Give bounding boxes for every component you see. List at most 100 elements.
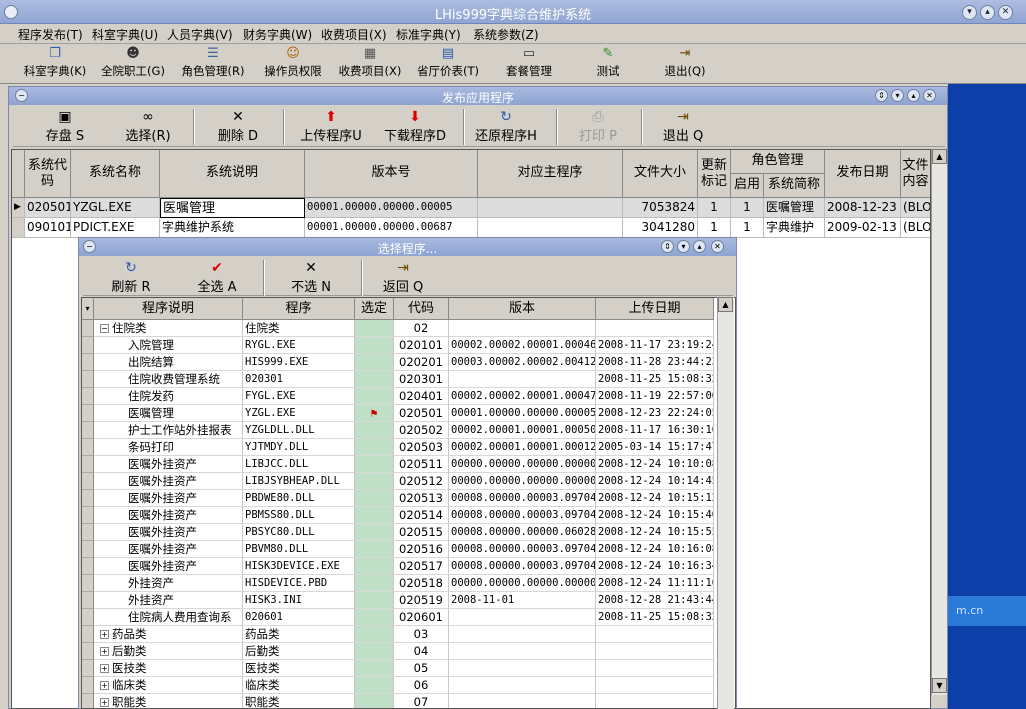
table-cell[interactable] <box>596 677 714 694</box>
table-cell[interactable]: 字典维护系统 <box>160 218 305 238</box>
menu-program-release[interactable]: 程序发布(T) <box>18 26 83 43</box>
select-checkbox[interactable] <box>355 354 394 371</box>
table-cell[interactable]: 00008.00000.00003.09704 <box>449 490 596 507</box>
table-cell[interactable]: 2008-12-28 21:43:44 <box>596 592 714 609</box>
tree-leaf-node[interactable]: 医嘱外挂资产 <box>94 490 243 507</box>
col-file-size[interactable]: 文件大小 <box>623 150 698 198</box>
exit-button[interactable]: ⇥ 退出(Q) <box>660 46 710 82</box>
dialog-minimize-icon[interactable]: ▾ <box>677 240 690 253</box>
select-button[interactable]: ∞ 选择(R) <box>118 109 178 145</box>
expand-icon[interactable]: + <box>100 698 109 707</box>
tree-leaf-node[interactable]: 医嘱外挂资产 <box>94 507 243 524</box>
table-cell[interactable]: 2008-12-24 10:10:08 <box>596 456 714 473</box>
table-cell[interactable]: 2009-02-13 <box>825 218 901 238</box>
table-cell[interactable] <box>449 320 596 337</box>
table-cell[interactable]: FYGL.EXE <box>243 388 355 405</box>
menu-standard-dict[interactable]: 标准字典(Y) <box>396 26 461 43</box>
table-cell[interactable]: 00008.00000.00003.09704 <box>449 507 596 524</box>
table-cell[interactable]: 06 <box>394 677 449 694</box>
table-cell[interactable]: 药品类 <box>243 626 355 643</box>
table-cell[interactable]: 020301 <box>243 371 355 388</box>
tree-group-node[interactable]: − 住院类 <box>94 320 243 337</box>
col-selected[interactable]: 选定 <box>355 298 394 320</box>
table-cell[interactable] <box>449 694 596 708</box>
package-manage-button[interactable]: ▭ 套餐管理 <box>500 46 558 82</box>
tree-leaf-node[interactable]: 护士工作站外挂报表 <box>94 422 243 439</box>
table-cell[interactable]: 00001.00000.00000.00687 <box>305 218 478 238</box>
select-checkbox[interactable] <box>355 592 394 609</box>
tree-leaf-node[interactable]: 外挂资产 <box>94 575 243 592</box>
col-sys-name[interactable]: 系统名称 <box>71 150 160 198</box>
delete-button[interactable]: ✕ 删除 D <box>213 109 263 145</box>
select-checkbox[interactable] <box>355 507 394 524</box>
select-checkbox[interactable] <box>355 456 394 473</box>
table-cell[interactable]: 020518 <box>394 575 449 592</box>
grid-vertical-scrollbar[interactable]: ▲ ▼ <box>931 149 947 695</box>
table-cell[interactable]: 临床类 <box>243 677 355 694</box>
table-cell[interactable]: 020515 <box>394 524 449 541</box>
table-cell[interactable]: 020512 <box>394 473 449 490</box>
col-main-program[interactable]: 对应主程序 <box>478 150 623 198</box>
table-cell[interactable]: 00002.00001.00001.00012 <box>449 439 596 456</box>
table-cell[interactable] <box>596 626 714 643</box>
table-cell[interactable]: 住院类 <box>243 320 355 337</box>
table-cell[interactable]: YJTMDY.DLL <box>243 439 355 456</box>
table-cell[interactable]: HIS999.EXE <box>243 354 355 371</box>
table-cell[interactable]: 00000.00000.00000.00000 <box>449 473 596 490</box>
table-cell[interactable]: 2008-11-28 23:44:23 <box>596 354 714 371</box>
table-cell[interactable]: 2008-12-24 11:11:16 <box>596 575 714 592</box>
table-cell[interactable]: 7053824 <box>623 198 698 218</box>
col-release-date[interactable]: 发布日期 <box>825 150 901 198</box>
table-cell[interactable] <box>596 660 714 677</box>
tree-leaf-node[interactable]: 条码打印 <box>94 439 243 456</box>
table-cell[interactable]: 03 <box>394 626 449 643</box>
table-cell[interactable]: LIBJSYBHEAP.DLL <box>243 473 355 490</box>
dialog-restore-icon[interactable]: ⇕ <box>661 240 674 253</box>
table-cell[interactable]: 020517 <box>394 558 449 575</box>
table-cell[interactable]: 00000.00000.00000.00000 <box>449 575 596 592</box>
table-cell[interactable] <box>449 626 596 643</box>
table-cell[interactable]: 00001.00000.00000.00005 <box>305 198 478 218</box>
table-cell[interactable] <box>596 694 714 708</box>
table-cell[interactable]: 字典维护 <box>764 218 825 238</box>
table-cell[interactable]: 020301 <box>394 371 449 388</box>
menu-staff-dict[interactable]: 人员字典(V) <box>167 26 233 43</box>
tree-leaf-node[interactable]: 外挂资产 <box>94 592 243 609</box>
scroll-up-icon[interactable]: ▲ <box>932 149 947 164</box>
menu-system-params[interactable]: 系统参数(Z) <box>473 26 539 43</box>
upload-program-button[interactable]: ⬆ 上传程序U <box>296 109 366 145</box>
all-staff-button[interactable]: ☻ 全院职工(G) <box>98 46 168 82</box>
download-program-button[interactable]: ⬇ 下载程序D <box>379 109 451 145</box>
table-cell[interactable]: 2008-11-25 15:08:32 <box>596 609 714 626</box>
table-cell[interactable]: 00002.00001.00001.00050 <box>449 422 596 439</box>
table-cell[interactable]: 020501 <box>25 198 71 218</box>
table-cell[interactable]: 2008-11-17 23:19:24 <box>596 337 714 354</box>
table-cell[interactable]: 020514 <box>394 507 449 524</box>
table-cell[interactable]: 2008-11-25 15:08:32 <box>596 371 714 388</box>
table-cell[interactable]: 04 <box>394 643 449 660</box>
child-minimize-icon[interactable]: ▾ <box>891 89 904 102</box>
col-code[interactable]: 代码 <box>394 298 449 320</box>
col-program[interactable]: 程序 <box>243 298 355 320</box>
tree-group-node[interactable]: + 临床类 <box>94 677 243 694</box>
select-checkbox[interactable] <box>355 490 394 507</box>
table-cell[interactable]: YZGL.EXE <box>243 405 355 422</box>
select-checkbox[interactable] <box>355 558 394 575</box>
table-cell[interactable]: 00008.00000.00003.09704 <box>449 558 596 575</box>
tree-leaf-node[interactable]: 医嘱外挂资产 <box>94 456 243 473</box>
col-file-content[interactable]: 文件内容 <box>901 150 930 198</box>
table-cell[interactable]: PDICT.EXE <box>71 218 160 238</box>
table-cell[interactable]: 2008-11-19 22:57:06 <box>596 388 714 405</box>
select-checkbox[interactable] <box>355 422 394 439</box>
col-program-desc[interactable]: 程序说明 <box>94 298 243 320</box>
table-cell[interactable]: 1 <box>698 198 731 218</box>
col-sys-code[interactable]: 系统代码 <box>25 150 71 198</box>
minimize-icon[interactable]: ▾ <box>962 5 977 20</box>
select-checkbox[interactable] <box>355 626 394 643</box>
table-cell[interactable]: 020201 <box>394 354 449 371</box>
expand-icon[interactable]: + <box>100 664 109 673</box>
table-cell[interactable]: 00003.00002.00002.00412 <box>449 354 596 371</box>
tree-leaf-node[interactable]: 住院收费管理系统 <box>94 371 243 388</box>
expand-icon[interactable]: + <box>100 630 109 639</box>
table-cell[interactable]: 后勤类 <box>243 643 355 660</box>
